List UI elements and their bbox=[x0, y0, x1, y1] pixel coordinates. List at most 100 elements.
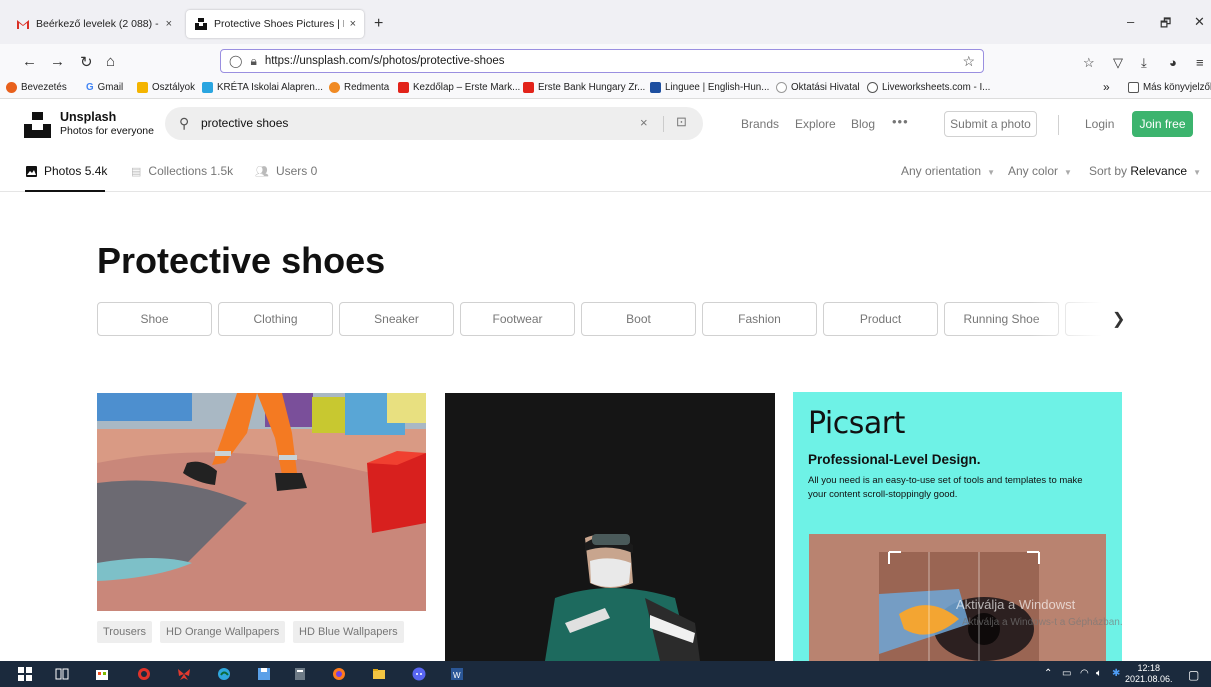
clear-search-icon[interactable]: × bbox=[640, 115, 648, 130]
tab-label: Users 0 bbox=[275, 164, 318, 178]
chevron-right-icon[interactable]: ❯ bbox=[1112, 309, 1125, 329]
bookmark-favicon-icon bbox=[137, 82, 148, 93]
tab-unsplash[interactable]: Protective Shoes Pictures | Dow × bbox=[186, 10, 364, 38]
related-chip[interactable]: Sneaker bbox=[339, 302, 454, 336]
word-icon[interactable]: W bbox=[450, 667, 464, 681]
app-red-icon[interactable] bbox=[137, 667, 151, 681]
related-chip[interactable]: Shoe bbox=[97, 302, 212, 336]
join-free-button[interactable]: Join free bbox=[1132, 111, 1193, 137]
bluetooth-icon[interactable]: ✱ bbox=[1112, 668, 1120, 679]
close-icon[interactable]: × bbox=[350, 18, 356, 30]
notification-icon[interactable]: ▢ bbox=[1188, 668, 1199, 682]
bookmark-item[interactable]: Erste Bank Hungary Zr... bbox=[523, 82, 645, 93]
windows-activation-watermark: Aktiválja a Windowst bbox=[956, 597, 1076, 612]
system-clock[interactable]: 12:18 2021.08.06. bbox=[1125, 663, 1173, 685]
firefox-icon[interactable] bbox=[332, 667, 346, 681]
task-view-icon[interactable] bbox=[55, 667, 69, 681]
bookmark-item[interactable]: Liveworksheets.com - I... bbox=[867, 82, 990, 93]
related-chip[interactable]: Boot bbox=[581, 302, 696, 336]
close-icon[interactable]: × bbox=[166, 18, 172, 30]
brand-name[interactable]: Unsplash bbox=[60, 110, 116, 124]
other-bookmarks[interactable]: Más könyvjelzők bbox=[1128, 82, 1211, 93]
tab-photos[interactable]: Photos 5.4k bbox=[26, 164, 107, 178]
url-bar[interactable]: ◯ 🔒︎ https://unsplash.com/s/photos/prote… bbox=[220, 49, 984, 73]
bookmark-item[interactable]: Redmenta bbox=[329, 82, 389, 93]
sort-filter[interactable]: Sort by Relevance ▼ bbox=[1089, 164, 1201, 178]
wifi-icon[interactable]: ◠ bbox=[1080, 668, 1089, 679]
unsplash-icon bbox=[195, 18, 207, 30]
photo-tag[interactable]: HD Blue Wallpapers bbox=[293, 621, 404, 643]
back-button[interactable]: ← bbox=[22, 53, 37, 70]
tab-collections[interactable]: ▤ Collections 1.5k bbox=[131, 164, 233, 178]
more-menu-icon[interactable]: ••• bbox=[892, 114, 909, 129]
menu-icon[interactable]: ≡ bbox=[1196, 55, 1204, 70]
submit-photo-button[interactable]: Submit a photo bbox=[944, 111, 1037, 137]
photo-tag[interactable]: Trousers bbox=[97, 621, 152, 643]
bookmark-item[interactable]: Bevezetés bbox=[6, 82, 67, 93]
unsplash-logo-icon[interactable] bbox=[24, 112, 51, 138]
bookmark-item[interactable]: Kezdőlap – Erste Mark... bbox=[398, 82, 520, 93]
bookmark-item[interactable]: KRÉTA Iskolai Alapren... bbox=[202, 82, 323, 93]
tab-users[interactable]: 👥︎ Users 0 bbox=[255, 164, 317, 178]
lock-icon: 🔒︎ bbox=[250, 53, 257, 68]
search-input[interactable] bbox=[201, 114, 601, 132]
site-header: Unsplash Photos for everyone ⚲ × ⊡ Brand… bbox=[0, 100, 1211, 150]
search-type-nav: Photos 5.4k ▤ Collections 1.5k 👥︎ Users … bbox=[0, 150, 1211, 192]
download-icon[interactable]: ⤓ bbox=[1141, 55, 1147, 71]
nav-brands[interactable]: Brands bbox=[741, 117, 779, 131]
windows-activation-subtext: Aktiválja a Windows-t a Gépházban. bbox=[962, 617, 1123, 628]
users-icon: 👥︎ bbox=[255, 165, 269, 178]
bookmark-label: KRÉTA Iskolai Alapren... bbox=[217, 82, 324, 93]
tray-chevron-icon[interactable]: ⌃ bbox=[1044, 668, 1052, 679]
bookmark-star-icon[interactable]: ☆ bbox=[962, 53, 975, 70]
browser-nav-bar: ← → ↻ ⌂ ◯ 🔒︎ https://unsplash.com/s/phot… bbox=[0, 44, 1211, 78]
forward-button[interactable]: → bbox=[50, 53, 65, 70]
divider bbox=[1058, 115, 1059, 135]
pocket-icon[interactable]: ▽ bbox=[1113, 55, 1123, 71]
related-chip[interactable]: Fashion bbox=[702, 302, 817, 336]
app-butterfly-icon[interactable] bbox=[177, 667, 191, 681]
windows-start-icon[interactable] bbox=[18, 667, 32, 681]
save-app-icon[interactable] bbox=[257, 667, 271, 681]
window-close-button[interactable]: ✕ bbox=[1194, 14, 1205, 30]
extensions-icon[interactable]: ◕ bbox=[1169, 55, 1177, 70]
file-explorer-icon[interactable] bbox=[372, 667, 386, 681]
discord-icon[interactable] bbox=[412, 667, 426, 681]
bookmarks-overflow-button[interactable]: » bbox=[1103, 80, 1110, 94]
related-chip[interactable]: Product bbox=[823, 302, 938, 336]
store-icon[interactable] bbox=[95, 667, 109, 681]
login-button[interactable]: Login bbox=[1085, 117, 1114, 131]
clock-date: 2021.08.06. bbox=[1125, 674, 1173, 684]
bookmarks-bar: Bevezetés G Gmail Osztályok KRÉTA Iskolai… bbox=[0, 78, 1211, 99]
edge-icon[interactable] bbox=[217, 667, 231, 681]
bookmark-item[interactable]: G Gmail bbox=[86, 82, 123, 93]
minimize-button[interactable]: – bbox=[1127, 14, 1134, 29]
new-tab-button[interactable]: + bbox=[374, 15, 383, 33]
search-result-photo[interactable] bbox=[445, 393, 775, 661]
clock-time: 12:18 bbox=[1137, 663, 1161, 673]
bookmark-item[interactable]: Osztályok bbox=[137, 82, 195, 93]
ad-body: All you need is an easy-to-use set of to… bbox=[808, 475, 1083, 500]
volume-icon[interactable]: 🔈︎ bbox=[1096, 668, 1102, 679]
visual-search-icon[interactable]: ⊡ bbox=[676, 114, 687, 130]
calculator-icon[interactable] bbox=[293, 667, 307, 681]
collections-icon[interactable]: ☆ bbox=[1083, 55, 1095, 71]
bookmark-favicon-icon bbox=[202, 82, 213, 93]
bookmark-favicon-icon bbox=[6, 82, 17, 93]
battery-icon[interactable]: ▭ bbox=[1062, 668, 1071, 679]
tab-gmail[interactable]: Beérkező levelek (2 088) - miko × bbox=[8, 10, 180, 38]
bookmark-item[interactable]: Oktatási Hivatal bbox=[776, 82, 860, 93]
nav-blog[interactable]: Blog bbox=[851, 117, 875, 131]
home-button[interactable]: ⌂ bbox=[106, 53, 115, 70]
photo-tag[interactable]: HD Orange Wallpapers bbox=[160, 621, 286, 643]
restore-button[interactable]: 🗗 bbox=[1160, 14, 1171, 35]
reload-button[interactable]: ↻ bbox=[80, 53, 93, 71]
search-result-photo[interactable] bbox=[97, 393, 426, 611]
orientation-filter[interactable]: Any orientation ▼ bbox=[901, 164, 995, 178]
bookmark-item[interactable]: Linguee | English-Hun... bbox=[650, 82, 769, 93]
related-chip[interactable]: Footwear bbox=[460, 302, 575, 336]
color-filter[interactable]: Any color ▼ bbox=[1008, 164, 1072, 178]
related-chip[interactable]: Clothing bbox=[218, 302, 333, 336]
search-icon[interactable]: ⚲ bbox=[179, 115, 189, 132]
nav-explore[interactable]: Explore bbox=[795, 117, 836, 131]
